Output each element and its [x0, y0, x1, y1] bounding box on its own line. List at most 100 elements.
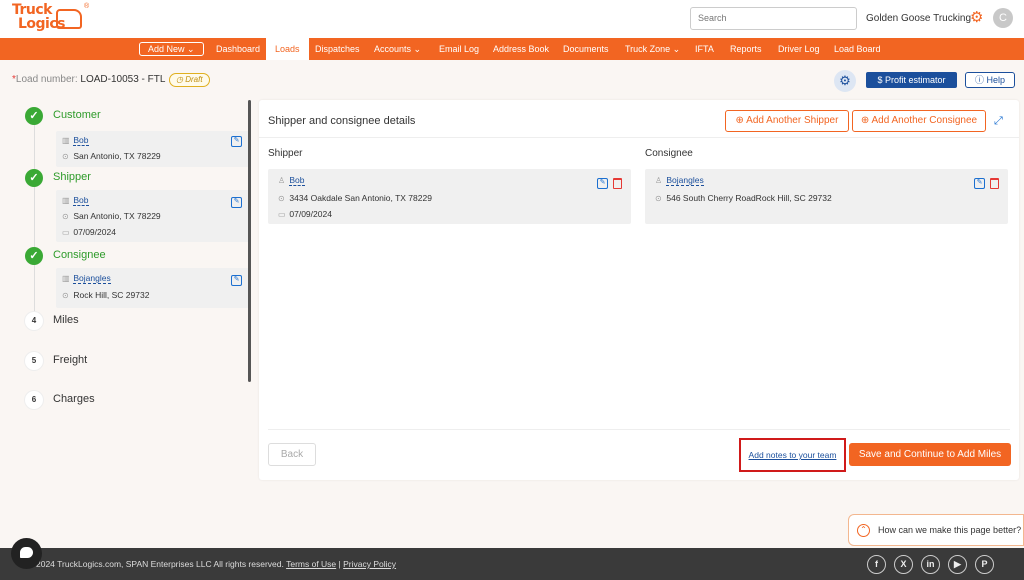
building-icon: ▥ [62, 136, 70, 145]
linkedin-icon[interactable]: in [921, 555, 940, 574]
edit-icon[interactable]: ✎ [231, 197, 242, 208]
step-number-5: 5 [25, 352, 43, 370]
add-another-shipper-button[interactable]: ⊕ Add Another Shipper [725, 110, 849, 132]
shipper-detail-box: ♙ Bob ⊙ 3434 Oakdale San Antonio, TX 782… [268, 169, 631, 224]
check-icon: ✓ [25, 107, 43, 125]
consignee-detail-name[interactable]: Bojangles [666, 175, 704, 186]
profit-estimator-button[interactable]: $ Profit estimator [866, 72, 957, 88]
top-header: Truck Logics ® Search Golden Goose Truck… [0, 0, 1024, 38]
plus-circle-icon: ⊕ [735, 115, 744, 126]
load-settings-gear-icon[interactable]: ⚙ [834, 70, 856, 92]
chat-bubble-icon[interactable] [11, 538, 42, 569]
load-steps-sidebar: ✓ Customer ▥ Bob ⊙ San Antonio, TX 78229… [0, 100, 256, 415]
add-notes-link[interactable]: Add notes to your team [739, 438, 846, 472]
step-miles-title[interactable]: Miles [53, 314, 79, 326]
delete-icon[interactable] [613, 178, 622, 189]
check-icon: ✓ [25, 169, 43, 187]
chevron-up-icon: ⌃ [857, 524, 870, 537]
shipper-name-link[interactable]: Bob [73, 195, 89, 206]
consignee-summary-card: ▥ Bojangles ⊙ Rock Hill, SC 29732 ✎ [56, 268, 250, 308]
check-icon: ✓ [25, 247, 43, 265]
company-name: Golden Goose Trucking [866, 13, 972, 24]
sidebar-scrollbar[interactable] [248, 100, 251, 382]
user-icon: ♙ [278, 176, 286, 185]
feedback-widget[interactable]: ⌃ How can we make this page better? [848, 514, 1024, 546]
privacy-link[interactable]: Privacy Policy [343, 559, 396, 569]
location-pin-icon: ⊙ [655, 194, 662, 203]
customer-name-link[interactable]: Bob [73, 135, 89, 146]
user-avatar[interactable]: C [993, 8, 1013, 28]
shipper-summary-card: ▥ Bob ⊙ San Antonio, TX 78229 ▭ 07/09/20… [56, 190, 250, 242]
step-number-4: 4 [25, 312, 43, 330]
divider [268, 429, 1010, 430]
nav-documents[interactable]: Documents [563, 38, 609, 60]
building-icon: ▥ [62, 274, 70, 283]
add-new-dropdown[interactable]: Add New ⌄ [139, 42, 204, 56]
feedback-text: How can we make this page better? [878, 525, 1022, 535]
consignee-address: Rock Hill, SC 29732 [73, 290, 150, 300]
save-continue-button[interactable]: Save and Continue to Add Miles [849, 443, 1011, 466]
youtube-icon[interactable]: ▶ [948, 555, 967, 574]
truck-logics-logo[interactable]: Truck Logics ® [12, 3, 90, 35]
plus-circle-icon: ⊕ [860, 115, 870, 126]
nav-address-book[interactable]: Address Book [493, 38, 549, 60]
terms-link[interactable]: Terms of Use [286, 559, 336, 569]
copyright: 2024 TruckLogics.com, SPAN Enterprises L… [36, 559, 397, 569]
location-pin-icon: ⊙ [278, 194, 285, 203]
location-pin-icon: ⊙ [62, 212, 69, 221]
step-shipper-title[interactable]: Shipper [53, 171, 91, 183]
customer-address: San Antonio, TX 78229 [73, 151, 161, 161]
step-number-6: 6 [25, 391, 43, 409]
search-input[interactable]: Search [690, 7, 857, 30]
draft-status-badge: ◷ Draft [169, 73, 210, 87]
registered-mark: ® [84, 3, 90, 10]
user-icon: ♙ [655, 176, 663, 185]
delete-icon[interactable] [990, 178, 999, 189]
x-twitter-icon[interactable]: X [894, 555, 913, 574]
facebook-icon[interactable]: f [867, 555, 886, 574]
nav-loads[interactable]: Loads [266, 38, 309, 60]
page-footer: 2024 TruckLogics.com, SPAN Enterprises L… [0, 548, 1024, 580]
help-circle-icon: ⓘ [974, 75, 984, 85]
load-number: *Load number: LOAD-10053 - FTL [12, 74, 165, 85]
edit-icon[interactable]: ✎ [231, 136, 242, 147]
step-consignee-title[interactable]: Consignee [53, 249, 106, 261]
location-pin-icon: ⊙ [62, 291, 69, 300]
shipper-detail-date: 07/09/2024 [289, 209, 332, 219]
logo-line2: Logics [18, 16, 66, 32]
nav-reports[interactable]: Reports [730, 38, 762, 60]
nav-truck-zone[interactable]: Truck Zone ⌄ [625, 38, 680, 60]
edit-icon[interactable]: ✎ [231, 275, 242, 286]
shipper-column-label: Shipper [268, 148, 303, 159]
panel-title: Shipper and consignee details [268, 115, 416, 127]
main-nav: Add New ⌄ Dashboard Loads Dispatches Acc… [0, 38, 1024, 60]
load-number-label: Load number: [15, 74, 78, 85]
nav-email-log[interactable]: Email Log [439, 38, 479, 60]
edit-icon[interactable]: ✎ [597, 178, 608, 189]
consignee-column-label: Consignee [645, 148, 693, 159]
shipper-address: San Antonio, TX 78229 [73, 211, 161, 221]
add-another-consignee-button[interactable]: ⊕ Add Another Consignee [852, 110, 986, 132]
nav-dashboard[interactable]: Dashboard [216, 38, 260, 60]
step-customer-title[interactable]: Customer [53, 109, 101, 121]
consignee-name-link[interactable]: Bojangles [73, 273, 111, 284]
expand-icon[interactable]: ⤢ [994, 115, 1003, 128]
shipper-detail-name[interactable]: Bob [289, 175, 305, 186]
consignee-detail-address: 546 South Cherry RoadRock Hill, SC 29732 [666, 193, 832, 203]
settings-gear-icon[interactable]: ⚙ [970, 10, 986, 26]
nav-dispatches[interactable]: Dispatches [315, 38, 360, 60]
back-button[interactable]: Back [268, 443, 316, 466]
pinterest-icon[interactable]: P [975, 555, 994, 574]
building-icon: ▥ [62, 196, 70, 205]
step-charges-title[interactable]: Charges [53, 393, 95, 405]
help-button[interactable]: ⓘ Help [965, 72, 1015, 88]
nav-load-board[interactable]: Load Board [834, 38, 881, 60]
edit-icon[interactable]: ✎ [974, 178, 985, 189]
nav-driver-log[interactable]: Driver Log [778, 38, 820, 60]
calendar-icon: ▭ [62, 228, 70, 237]
clock-icon: ◷ [176, 75, 183, 84]
nav-ifta[interactable]: IFTA [695, 38, 714, 60]
nav-accounts[interactable]: Accounts ⌄ [374, 38, 421, 60]
step-connector [34, 186, 35, 254]
step-freight-title[interactable]: Freight [53, 354, 87, 366]
